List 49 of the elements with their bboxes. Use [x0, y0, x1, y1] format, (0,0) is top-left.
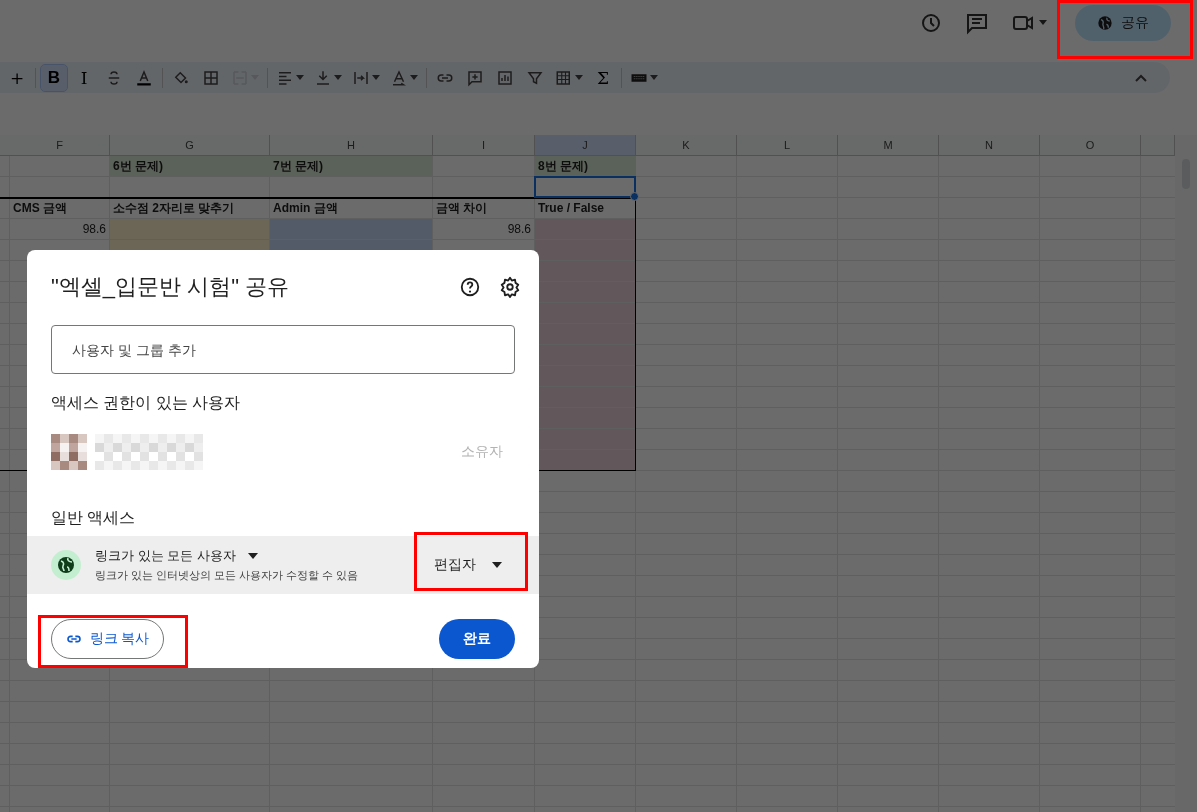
toolbar-button[interactable]: I	[71, 64, 97, 91]
active-cell[interactable]	[534, 176, 636, 198]
toolbar-button[interactable]: +	[4, 64, 30, 91]
caret-icon	[575, 75, 583, 80]
role-dropdown[interactable]: 편집자	[428, 555, 508, 575]
globe-icon	[51, 550, 81, 580]
add-people-field[interactable]: 사용자 및 그룹 추가	[51, 325, 515, 374]
table-cell-text: Admin 금액	[272, 199, 339, 217]
text-rotate-icon	[390, 68, 408, 87]
caret-icon[interactable]	[1039, 20, 1047, 25]
share-button[interactable]: 공유	[1075, 4, 1171, 41]
caret-icon	[650, 75, 658, 80]
help-icon[interactable]	[459, 276, 481, 298]
align-bottom-icon	[314, 68, 332, 87]
table-cell: 8번 문제)	[535, 156, 635, 176]
table-icon	[555, 68, 573, 87]
table-cell-text: 98.6	[81, 221, 107, 238]
table-cell-text: True / False	[537, 200, 606, 217]
caret-icon	[247, 553, 258, 559]
table-cell-text: CMS 금액	[12, 199, 68, 217]
table-cell: 6번 문제)	[110, 156, 269, 176]
table-cell-text: 소수점 2자리로 맞추기	[112, 199, 236, 217]
add-comment-icon	[466, 68, 484, 87]
access-description: 링크가 있는 인터넷상의 모든 사용자가 수정할 수 있음	[95, 568, 360, 583]
toolbar-button[interactable]: Σ	[590, 64, 616, 91]
caret-icon	[334, 75, 342, 80]
borders-icon	[202, 68, 220, 87]
role-label: 소유자	[461, 443, 503, 461]
table-cell-text: 98.6	[506, 221, 532, 238]
globe-icon	[1097, 14, 1113, 31]
collapse-icon[interactable]	[1134, 72, 1148, 83]
text-color-icon	[135, 68, 153, 87]
table-cell: 7번 문제)	[270, 156, 432, 176]
settings-icon[interactable]	[499, 276, 521, 298]
section-heading: 일반 액세스	[51, 508, 137, 528]
table-cell-text: 금액 차이	[435, 199, 489, 217]
copy-link-button[interactable]: 링크 복사	[51, 619, 164, 659]
pixelated-avatar	[51, 434, 87, 470]
caret-icon	[410, 75, 418, 80]
caret-icon	[372, 75, 380, 80]
caret-icon	[492, 562, 502, 568]
dialog-title: "엑셀_입문반 시험" 공유	[51, 273, 291, 301]
toolbar-button[interactable]: B	[41, 64, 67, 91]
done-button[interactable]: 완료	[439, 619, 515, 659]
caret-icon	[296, 75, 304, 80]
column-header[interactable]: J	[535, 135, 636, 156]
access-scope-dropdown[interactable]: 링크가 있는 모든 사용자	[95, 547, 400, 565]
section-heading: 액세스 권한이 있는 사용자	[51, 393, 242, 413]
chart-icon	[496, 68, 514, 87]
